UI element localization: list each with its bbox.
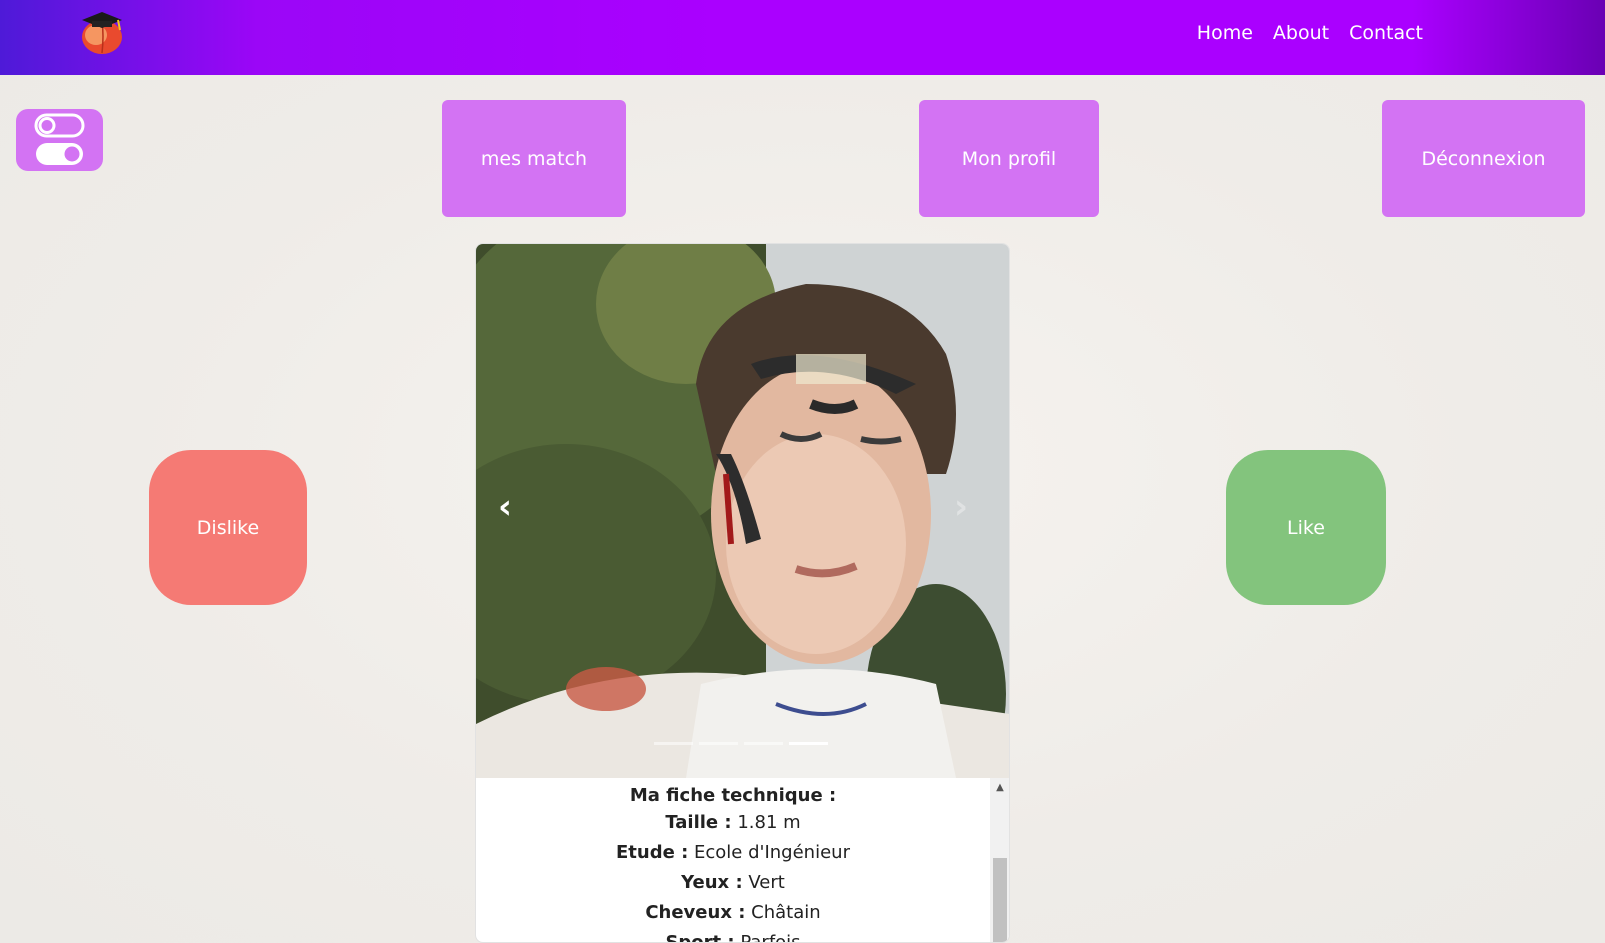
info-label: Etude : [616,842,689,863]
my-profile-button[interactable]: Mon profil [919,100,1099,217]
info-value: Parfois [740,932,801,943]
like-button[interactable]: Like [1226,450,1386,605]
theme-toggle-button[interactable] [16,109,103,171]
info-value: 1.81 m [737,812,801,833]
profile-photo: ‹ › [476,244,1009,778]
navbar: Home About Contact [0,0,1605,75]
info-value: Châtain [751,902,821,923]
info-value: Ecole d'Ingénieur [694,842,850,863]
profile-card: ‹ › Ma fiche technique : Taille : 1.81 m… [475,243,1010,943]
my-matches-button[interactable]: mes match [442,100,626,217]
nav-about-link[interactable]: About [1273,22,1329,44]
carousel-indicator-active[interactable] [789,742,828,745]
info-row: Cheveux : Châtain [476,898,990,928]
info-row: Yeux : Vert [476,868,990,898]
logout-button[interactable]: Déconnexion [1382,100,1585,217]
info-label: Sport : [665,932,735,943]
info-row: Sport : Parfois [476,928,990,943]
info-label: Yeux : [681,872,743,893]
info-scrollbar[interactable]: ▲ [990,778,1009,942]
nav-home-link[interactable]: Home [1197,22,1253,44]
info-label: Taille : [665,812,732,833]
peach-graduation-cap-icon[interactable] [78,8,126,56]
info-value: Vert [748,872,785,893]
info-row: Taille : 1.81 m [476,808,990,838]
scroll-thumb[interactable] [993,858,1007,942]
info-row: Etude : Ecole d'Ingénieur [476,838,990,868]
info-title: Ma fiche technique : [629,785,837,806]
nav-contact-link[interactable]: Contact [1349,22,1423,44]
chevron-left-icon[interactable]: ‹ [498,489,534,525]
profile-info: Ma fiche technique : Taille : 1.81 m Etu… [476,778,990,943]
carousel-indicator[interactable] [699,742,738,745]
dislike-button[interactable]: Dislike [149,450,307,605]
carousel-indicator[interactable] [744,742,783,745]
carousel-indicators [654,742,828,745]
toggle-switches-icon [34,113,85,165]
carousel-indicator[interactable] [654,742,693,745]
scroll-up-icon[interactable]: ▲ [990,782,1009,794]
info-label: Cheveux : [645,902,746,923]
chevron-right-icon[interactable]: › [954,489,990,525]
